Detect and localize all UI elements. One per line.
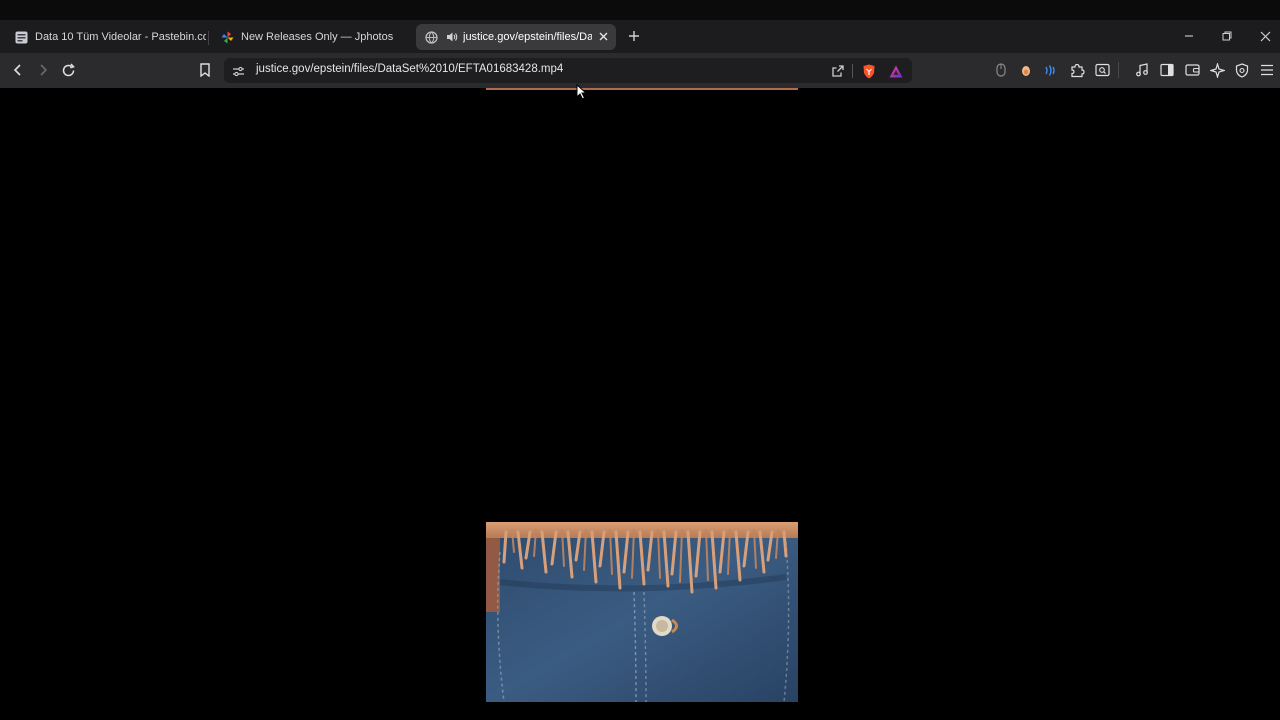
minimize-button[interactable] — [1178, 26, 1200, 46]
url-text[interactable]: justice.gov/epstein/files/DataSet%2010/E… — [256, 63, 563, 75]
back-button[interactable] — [7, 59, 29, 81]
restore-button[interactable] — [1216, 26, 1238, 46]
extension-egg-icon[interactable] — [1015, 59, 1037, 81]
extensions-puzzle-icon[interactable] — [1066, 59, 1088, 81]
wallet-icon[interactable] — [1181, 59, 1203, 81]
close-tab-icon[interactable] — [596, 29, 610, 43]
address-bar-divider — [852, 64, 853, 78]
mouse-cursor-icon — [576, 83, 588, 100]
close-window-button[interactable] — [1254, 26, 1276, 46]
pinwheel-icon — [220, 30, 234, 44]
extension-audio-icon[interactable] — [1040, 59, 1062, 81]
video-frame[interactable] — [486, 522, 798, 702]
tab-title: justice.gov/epstein/files/DataS — [463, 31, 592, 43]
tab-separator — [208, 31, 209, 45]
audio-playing-icon[interactable] — [445, 30, 459, 44]
tab-title: Data 10 Tüm Videolar - Pastebin.com — [35, 31, 206, 43]
sidebar-toggle-icon[interactable] — [1156, 59, 1178, 81]
share-icon[interactable] — [828, 61, 848, 81]
navigation-toolbar: justice.gov/epstein/files/DataSet%2010/E… — [0, 53, 1280, 89]
tab-pastebin[interactable]: Data 10 Tüm Videolar - Pastebin.com — [6, 24, 206, 50]
brave-rewards-icon[interactable] — [886, 61, 906, 81]
bookmark-button[interactable] — [194, 59, 216, 81]
tab-justice-video[interactable]: justice.gov/epstein/files/DataS — [416, 24, 616, 50]
media-music-icon[interactable] — [1131, 59, 1153, 81]
menu-hamburger-icon[interactable] — [1256, 59, 1278, 81]
extension-mouse-icon[interactable] — [990, 59, 1012, 81]
vpn-shield-icon[interactable] — [1231, 59, 1253, 81]
leo-ai-icon[interactable] — [1206, 59, 1228, 81]
globe-icon — [424, 30, 438, 44]
address-bar[interactable]: justice.gov/epstein/files/DataSet%2010/E… — [224, 58, 912, 83]
tab-title: New Releases Only — Jphotos — [241, 31, 394, 43]
new-tab-button[interactable] — [624, 26, 644, 46]
title-strip — [0, 0, 1280, 20]
pastebin-icon — [14, 30, 28, 44]
video-edge-line — [486, 88, 798, 90]
tab-search-icon[interactable] — [1091, 59, 1113, 81]
reload-button[interactable] — [57, 59, 79, 81]
toolbar-divider — [1118, 62, 1119, 78]
tab-jphotos[interactable]: New Releases Only — Jphotos — [212, 24, 408, 50]
browser-window: Data 10 Tüm Videolar - Pastebin.com New … — [0, 0, 1280, 720]
brave-shields-icon[interactable] — [859, 61, 879, 81]
forward-button[interactable] — [32, 59, 54, 81]
site-settings-icon[interactable] — [228, 61, 248, 81]
video-viewport[interactable] — [0, 88, 1280, 720]
